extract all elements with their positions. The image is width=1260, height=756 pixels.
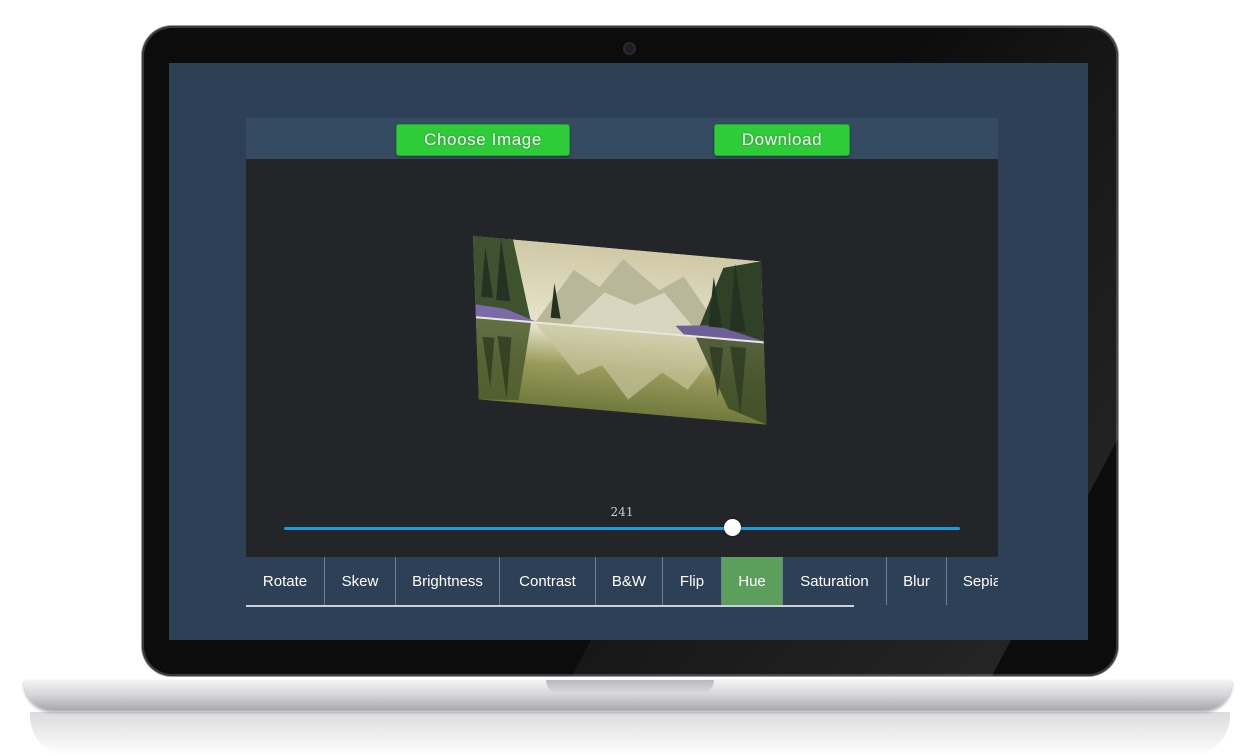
tab-b-w[interactable]: B&W — [596, 557, 663, 605]
filter-tabs: Rotate Skew Brightness Contrast B&W Flip Hue Sa… — [246, 557, 998, 605]
image-editor-app: Choose Image Download 241 Rotate Skew Br… — [246, 118, 998, 607]
tabs-scroll-indicator — [246, 605, 854, 607]
tab-rotate[interactable]: Rotate — [246, 557, 325, 605]
tab-saturation[interactable]: Saturation — [783, 557, 887, 605]
tab-brightness[interactable]: Brightness — [396, 557, 500, 605]
tab-sepia[interactable]: Sepia — [947, 557, 998, 605]
download-button[interactable]: Download — [714, 124, 850, 156]
laptop-notch — [546, 680, 714, 694]
tab-blur[interactable]: Blur — [887, 557, 947, 605]
laptop-reflection — [30, 712, 1230, 756]
hue-slider-thumb[interactable] — [724, 519, 742, 536]
tab-skew[interactable]: Skew — [325, 557, 396, 605]
tab-contrast[interactable]: Contrast — [500, 557, 596, 605]
tab-flip[interactable]: Flip — [663, 557, 722, 605]
preview-image — [473, 236, 767, 425]
screen: Choose Image Download 241 Rotate Skew Br… — [169, 63, 1088, 640]
slider-value: 241 — [610, 505, 634, 519]
tab-hue[interactable]: Hue — [722, 557, 783, 605]
hue-slider-track[interactable] — [284, 527, 960, 530]
camera-icon — [625, 44, 634, 53]
image-canvas: 241 — [246, 159, 998, 557]
landscape-image — [473, 236, 767, 425]
top-toolbar: Choose Image Download — [246, 118, 998, 159]
choose-image-button[interactable]: Choose Image — [396, 124, 570, 156]
